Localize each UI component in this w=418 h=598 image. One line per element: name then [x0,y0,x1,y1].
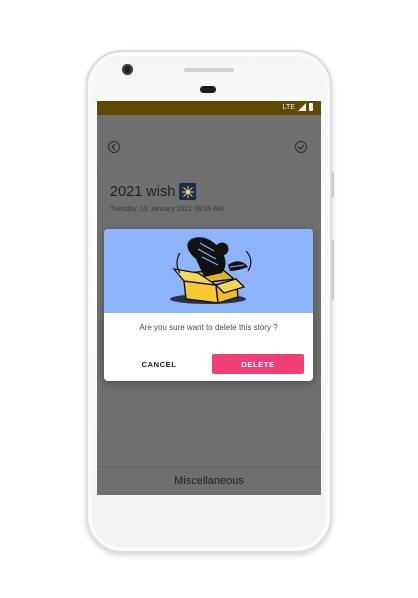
story-date: Tuesday, 19 January 2021 09:39 AM [110,206,224,213]
back-arrow-circle-icon[interactable] [108,141,120,153]
status-icons: LTE [283,103,313,111]
network-label: LTE [282,103,295,111]
story-title: 2021 wish [110,183,197,200]
person-digging-box-illustration [170,237,252,304]
proximity-sensor [200,86,216,93]
story-title-text: 2021 wish [110,183,176,200]
dialog-illustration-area [104,229,313,313]
device-frame: LTE 2021 wish Tuesday, 19 January 2021 0… [0,0,418,598]
delete-button[interactable]: DELETE [212,354,304,374]
front-camera [122,64,133,75]
delete-confirm-dialog: Are you sure want to delete this story ?… [104,229,313,381]
battery-icon [309,103,313,111]
footer-divider [97,466,321,467]
cancel-button[interactable]: CANCEL [118,354,200,374]
check-glyph [297,144,305,150]
check-circle-icon[interactable] [295,141,307,153]
back-arrow-glyph [111,143,116,151]
category-label[interactable]: Miscellaneous [97,475,321,487]
sparkler-emoji-icon [179,183,197,200]
signal-icon [298,103,306,111]
dialog-message: Are you sure want to delete this story ? [139,323,278,332]
earpiece-speaker [184,68,234,72]
status-bar: LTE [97,101,321,115]
